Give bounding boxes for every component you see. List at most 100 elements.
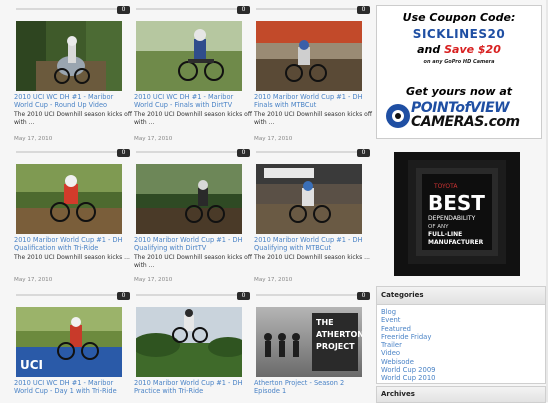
video-thumbnail[interactable]: THE ATHERTON PROJECT: [256, 307, 362, 377]
thumbnail-image: UCI: [16, 307, 122, 377]
toyota-sub3: FULL-LINE: [428, 231, 462, 238]
card-divider: [256, 151, 362, 153]
categories-widget: Categories Blog Event Featured Freeride …: [376, 286, 546, 384]
gopro-coupon-ad[interactable]: Use Coupon Code: SICKLINES20 and Save $2…: [376, 5, 542, 139]
comment-count-badge[interactable]: 0: [357, 149, 370, 157]
category-link-webisode[interactable]: Webisode: [381, 358, 545, 366]
ad-coupon-heading: Use Coupon Code:: [402, 11, 516, 24]
card-divider: [256, 8, 362, 10]
video-description: The 2010 UCI Downhill season kicks off w…: [134, 254, 252, 269]
video-title-link[interactable]: 2010 Maribor World Cup #1 - DH Finals wi…: [254, 93, 372, 110]
thumbnail-image: [256, 164, 362, 234]
atherton-title-line2: ATHERTON: [316, 330, 362, 339]
video-card[interactable]: 0 2010 Maribor World Cup #1 - DH Finals …: [254, 6, 372, 142]
video-title-link[interactable]: 2010 Maribor World Cup #1 - DH Qualifyin…: [134, 236, 252, 253]
uci-banner-text: UCI: [20, 358, 43, 372]
video-thumbnail[interactable]: [136, 164, 242, 234]
card-divider: [136, 294, 242, 296]
ad-save-prefix: and: [417, 43, 445, 56]
video-card[interactable]: 0 2010 Maribor World Cup #1 - DH Qualify…: [134, 149, 252, 283]
video-card[interactable]: 0 2010 Maribor World Cup #1 - DH Qualifi…: [14, 149, 130, 283]
atherton-title-line1: THE: [316, 318, 334, 327]
video-date: May 17, 2010: [14, 277, 53, 283]
video-title-link[interactable]: 2010 UCI WC DH #1 - Maribor World Cup - …: [134, 93, 252, 110]
toyota-best: BEST: [428, 191, 485, 215]
categories-list: Blog Event Featured Freeride Friday Trai…: [377, 305, 545, 383]
category-link-freeride-friday[interactable]: Freeride Friday: [381, 333, 545, 341]
ad-get-yours: Get yours now at: [406, 85, 512, 98]
video-date: May 17, 2010: [254, 277, 293, 283]
ad-save-line: and Save $20: [377, 43, 541, 56]
video-grid: 0 2010 UCI WC DH #1 - Maribor World Cup …: [0, 0, 372, 402]
comment-count-badge[interactable]: 0: [237, 6, 250, 14]
categories-heading: Categories: [377, 287, 545, 305]
video-card[interactable]: 0 THE ATHERTON PROJECT Atherton Project …: [254, 292, 370, 395]
comment-count-badge[interactable]: 0: [237, 149, 250, 157]
card-divider: [16, 294, 122, 296]
category-link-trailer[interactable]: Trailer: [381, 341, 545, 349]
video-description: The 2010 UCI Downhill season kicks off w…: [254, 111, 372, 126]
category-link-video[interactable]: Video: [381, 349, 545, 357]
video-thumbnail[interactable]: [256, 21, 362, 91]
video-thumbnail[interactable]: [16, 164, 122, 234]
comment-count-badge[interactable]: 0: [357, 292, 370, 300]
video-thumbnail[interactable]: [256, 164, 362, 234]
card-divider: [136, 8, 242, 10]
thumbnail-image: [16, 21, 122, 91]
toyota-brand: TOYOTA: [433, 183, 458, 190]
video-date: May 17, 2010: [134, 136, 173, 142]
category-link-world-cup-2010[interactable]: World Cup 2010: [381, 374, 545, 382]
video-date: May 17, 2010: [134, 277, 173, 283]
video-card[interactable]: 0 2010 Maribor World Cup #1 - DH Qualify…: [254, 149, 370, 283]
comment-count-badge[interactable]: 0: [357, 6, 370, 14]
archives-heading: Archives: [377, 387, 545, 403]
video-thumbnail[interactable]: UCI: [16, 307, 122, 377]
atherton-title-line3: PROJECT: [316, 342, 355, 351]
card-divider: [256, 294, 362, 296]
video-description: The 2010 UCI Downhill season kicks ...: [14, 254, 130, 261]
sidebar: Use Coupon Code: SICKLINES20 and Save $2…: [374, 0, 548, 403]
video-description: The 2010 UCI Downhill season kicks off w…: [134, 111, 252, 126]
toyota-ad[interactable]: TOYOTA BEST DEPENDABILITY OF ANY FULL-LI…: [394, 152, 520, 276]
category-link-world-cup-2009[interactable]: World Cup 2009: [381, 366, 545, 374]
ad-coupon-code: SICKLINES20: [412, 27, 506, 41]
video-date: May 17, 2010: [14, 136, 53, 142]
video-card[interactable]: 0 2010 Maribor World Cup #1 - DH Practic…: [134, 292, 250, 395]
comment-count-badge[interactable]: 0: [117, 149, 130, 157]
video-title-link[interactable]: 2010 UCI WC DH #1 - Maribor World Cup - …: [14, 93, 132, 110]
toyota-sub4: MANUFACTURER: [428, 239, 484, 246]
video-title-link[interactable]: Atherton Project - Season 2 Episode 1: [254, 379, 372, 396]
category-link-event[interactable]: Event: [381, 316, 545, 324]
card-divider: [136, 151, 242, 153]
ad-gopro-subtext: on any GoPro HD Camera: [423, 59, 495, 65]
video-title-link[interactable]: 2010 Maribor World Cup #1 - DH Qualifyin…: [254, 236, 372, 253]
video-description: The 2010 UCI Downhill season kicks ...: [254, 254, 370, 261]
ad-save-amount: Save $20: [444, 43, 501, 56]
card-divider: [16, 8, 122, 10]
video-title-link[interactable]: 2010 Maribor World Cup #1 - DH Qualifica…: [14, 236, 132, 253]
category-link-blog[interactable]: Blog: [381, 308, 545, 316]
comment-count-badge[interactable]: 0: [237, 292, 250, 300]
video-description: The 2010 UCI Downhill season kicks off w…: [14, 111, 132, 126]
pov-logo-icon: [386, 104, 410, 128]
video-date: May 17, 2010: [254, 136, 293, 142]
video-thumbnail[interactable]: [136, 21, 242, 91]
video-card[interactable]: 0 UCI 2010 UCI WC DH #1 - Maribor World …: [14, 292, 130, 395]
comment-count-badge[interactable]: 0: [117, 6, 130, 14]
comment-count-badge[interactable]: 0: [117, 292, 130, 300]
card-divider: [16, 151, 122, 153]
thumbnail-image: [136, 307, 242, 377]
thumbnail-image: [136, 21, 242, 91]
thumbnail-image: THE ATHERTON PROJECT: [256, 307, 362, 377]
video-thumbnail[interactable]: [136, 307, 242, 377]
category-link-featured[interactable]: Featured: [381, 325, 545, 333]
video-title-link[interactable]: 2010 Maribor World Cup #1 - DH Practice …: [134, 379, 252, 396]
toyota-sub1: DEPENDABILITY: [428, 215, 476, 222]
video-thumbnail[interactable]: [16, 21, 122, 91]
toyota-ad-graphic: TOYOTA BEST DEPENDABILITY OF ANY FULL-LI…: [394, 152, 520, 276]
video-card[interactable]: 0 2010 UCI WC DH #1 - Maribor World Cup …: [134, 6, 252, 142]
thumbnail-image: [256, 21, 362, 91]
video-title-link[interactable]: 2010 UCI WC DH #1 - Maribor World Cup - …: [14, 379, 132, 396]
video-card[interactable]: 0 2010 UCI WC DH #1 - Maribor World Cup …: [14, 6, 132, 142]
toyota-sub2: OF ANY: [428, 224, 449, 230]
